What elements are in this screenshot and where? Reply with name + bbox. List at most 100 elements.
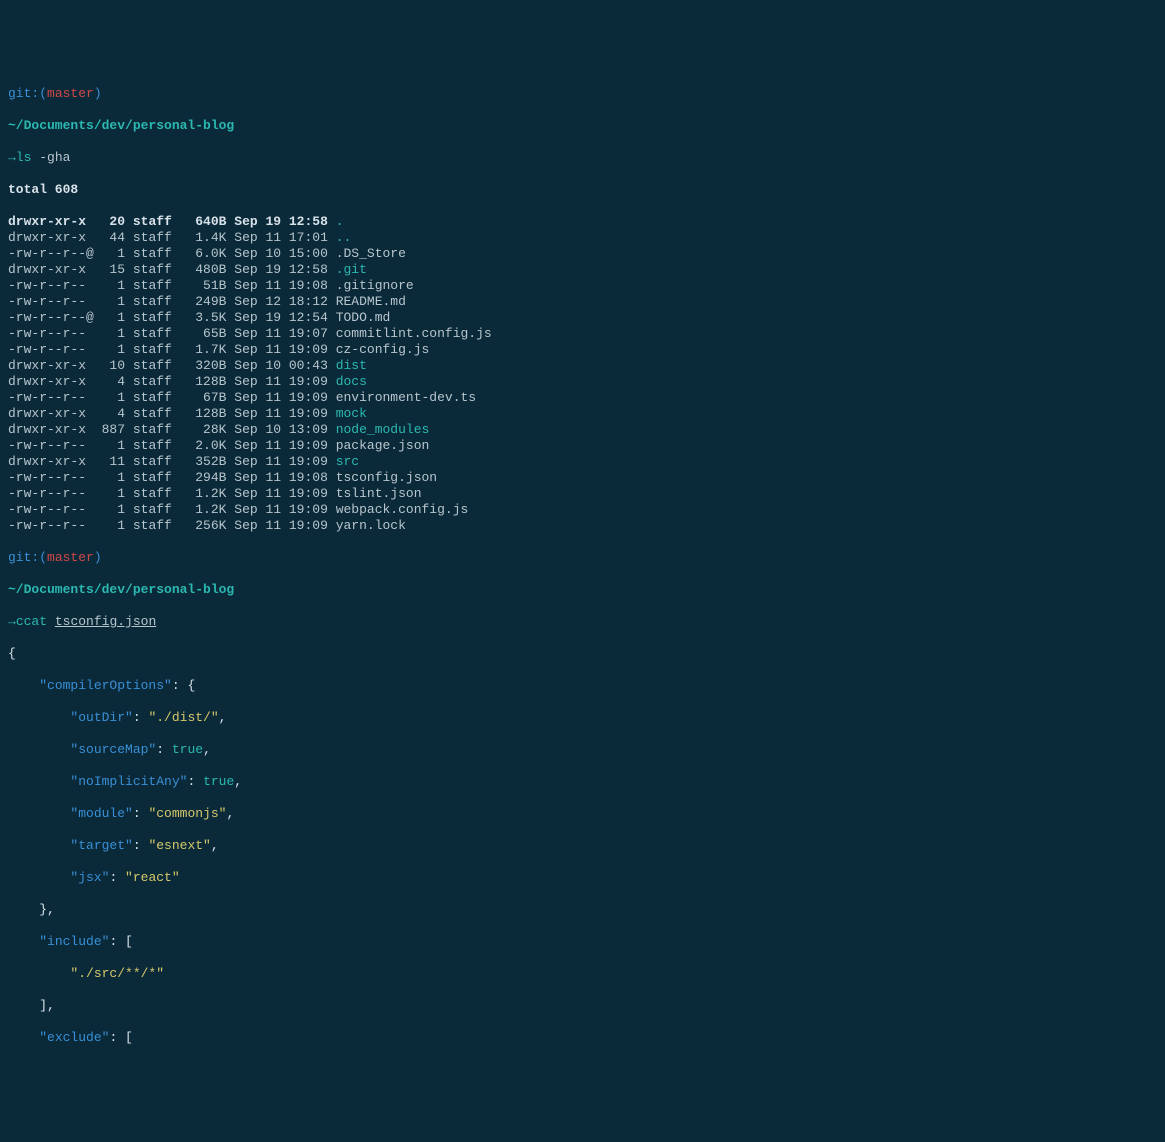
file-size: 640B: [180, 214, 227, 229]
file-row: drwxr-xr-x 887 staff 28K Sep 10 13:09 no…: [8, 422, 1157, 438]
file-row: -rw-r--r-- 1 staff 249B Sep 12 18:12 REA…: [8, 294, 1157, 310]
file-name: node_modules: [336, 422, 430, 437]
file-links: 11: [94, 454, 125, 469]
file-date: Sep 10 13:09: [226, 422, 335, 437]
json-line: "target": "esnext",: [8, 838, 1157, 854]
file-name: mock: [336, 406, 367, 421]
file-row: -rw-r--r-- 1 staff 67B Sep 11 19:09 envi…: [8, 390, 1157, 406]
file-name: cz-config.js: [336, 342, 430, 357]
file-size: 294B: [180, 470, 227, 485]
file-group: staff: [125, 374, 180, 389]
file-date: Sep 11 19:08: [226, 470, 335, 485]
file-links: 10: [94, 358, 125, 373]
file-date: Sep 19 12:54: [226, 310, 335, 325]
file-size: 249B: [180, 294, 227, 309]
file-group: staff: [125, 470, 180, 485]
file-group: staff: [125, 294, 180, 309]
file-listing: drwxr-xr-x 20 staff 640B Sep 19 12:58 .d…: [8, 214, 1157, 534]
file-size: 6.0K: [180, 246, 227, 261]
file-size: 3.5K: [180, 310, 227, 325]
terminal[interactable]: git:(master) ~/Documents/dev/personal-bl…: [8, 70, 1157, 1062]
command-name: ccat: [16, 614, 47, 629]
file-row: -rw-r--r-- 1 staff 2.0K Sep 11 19:09 pac…: [8, 438, 1157, 454]
file-group: staff: [125, 310, 180, 325]
file-perm: drwxr-xr-x: [8, 406, 94, 421]
json-string: "./dist/": [148, 710, 218, 725]
paren-close: ): [94, 86, 102, 101]
json-string: "esnext": [148, 838, 210, 853]
file-group: staff: [125, 390, 180, 405]
file-name: dist: [336, 358, 367, 373]
json-line: "./src/**/*": [8, 966, 1157, 982]
file-name: .: [336, 214, 344, 229]
file-name: README.md: [336, 294, 406, 309]
file-date: Sep 12 18:12: [226, 294, 335, 309]
file-group: staff: [125, 262, 180, 277]
file-links: 1: [94, 470, 125, 485]
file-row: drwxr-xr-x 44 staff 1.4K Sep 11 17:01 ..: [8, 230, 1157, 246]
file-group: staff: [125, 454, 180, 469]
file-date: Sep 11 17:01: [226, 230, 335, 245]
file-size: 128B: [180, 406, 227, 421]
json-string: "react": [125, 870, 180, 885]
file-size: 480B: [180, 262, 227, 277]
command-line-ccat: →ccat tsconfig.json: [8, 614, 1157, 630]
json-brace-open: {: [8, 646, 1157, 662]
json-line: "sourceMap": true,: [8, 742, 1157, 758]
file-size: 28K: [180, 422, 227, 437]
json-string: "./src/**/*": [70, 966, 164, 981]
file-perm: -rw-r--r--: [8, 390, 94, 405]
file-group: staff: [125, 422, 180, 437]
command-arg-file: tsconfig.json: [55, 614, 156, 629]
json-key: "compilerOptions": [39, 678, 172, 693]
prompt-arrow-icon: →: [8, 614, 16, 629]
json-line: "module": "commonjs",: [8, 806, 1157, 822]
file-name: tslint.json: [336, 486, 422, 501]
file-date: Sep 19 12:58: [226, 214, 335, 229]
file-perm: -rw-r--r--@: [8, 310, 94, 325]
command-line-ls: →ls -gha: [8, 150, 1157, 166]
file-links: 1: [94, 246, 125, 261]
cwd-path: ~/Documents/dev/personal-blog: [8, 582, 1157, 598]
file-row: drwxr-xr-x 20 staff 640B Sep 19 12:58 .: [8, 214, 1157, 230]
json-line: "include": [: [8, 934, 1157, 950]
file-row: -rw-r--r-- 1 staff 1.7K Sep 11 19:09 cz-…: [8, 342, 1157, 358]
file-size: 51B: [180, 278, 227, 293]
command-args: -gha: [31, 150, 70, 165]
command-name: ls: [16, 150, 32, 165]
file-row: drwxr-xr-x 4 staff 128B Sep 11 19:09 doc…: [8, 374, 1157, 390]
json-bool: true: [203, 774, 234, 789]
file-row: -rw-r--r-- 1 staff 256K Sep 11 19:09 yar…: [8, 518, 1157, 534]
file-size: 1.2K: [180, 502, 227, 517]
file-row: -rw-r--r-- 1 staff 51B Sep 11 19:08 .git…: [8, 278, 1157, 294]
file-date: Sep 11 19:09: [226, 486, 335, 501]
json-brace-close: },: [8, 902, 1157, 918]
file-name: commitlint.config.js: [336, 326, 492, 341]
file-perm: -rw-r--r--: [8, 502, 94, 517]
prompt-arrow-icon: →: [8, 150, 16, 165]
paren-open: (: [39, 550, 47, 565]
file-group: staff: [125, 246, 180, 261]
file-size: 352B: [180, 454, 227, 469]
file-links: 1: [94, 294, 125, 309]
file-date: Sep 11 19:09: [226, 390, 335, 405]
json-bracket-close: ],: [8, 998, 1157, 1014]
file-links: 1: [94, 342, 125, 357]
file-group: staff: [125, 358, 180, 373]
file-perm: drwxr-xr-x: [8, 374, 94, 389]
file-date: Sep 11 19:09: [226, 518, 335, 533]
file-name: webpack.config.js: [336, 502, 469, 517]
ls-total: total 608: [8, 182, 1157, 198]
json-key: "include": [39, 934, 109, 949]
paren-open: (: [39, 86, 47, 101]
git-prompt: git:(master): [8, 86, 1157, 102]
git-label: git:: [8, 86, 39, 101]
file-perm: -rw-r--r--: [8, 342, 94, 357]
file-links: 1: [94, 390, 125, 405]
file-size: 2.0K: [180, 438, 227, 453]
file-name: environment-dev.ts: [336, 390, 476, 405]
file-group: staff: [125, 486, 180, 501]
file-date: Sep 11 19:09: [226, 374, 335, 389]
file-links: 4: [94, 406, 125, 421]
json-line: "noImplicitAny": true,: [8, 774, 1157, 790]
